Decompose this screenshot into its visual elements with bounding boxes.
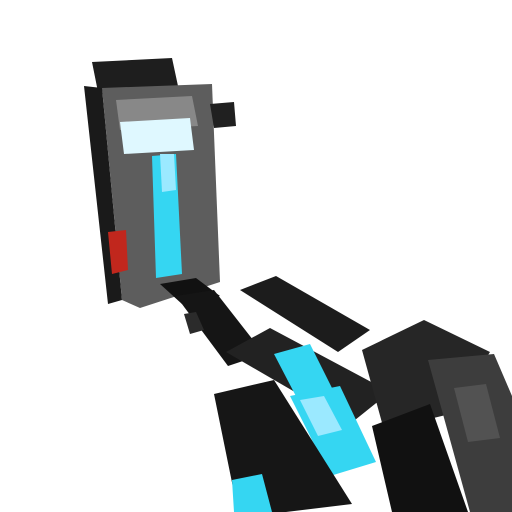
weapon-render xyxy=(0,0,512,512)
game-scene xyxy=(0,0,512,512)
canister-side-knob xyxy=(210,102,236,128)
canister-highlight xyxy=(120,118,194,154)
canister-glow-highlight xyxy=(160,154,176,192)
